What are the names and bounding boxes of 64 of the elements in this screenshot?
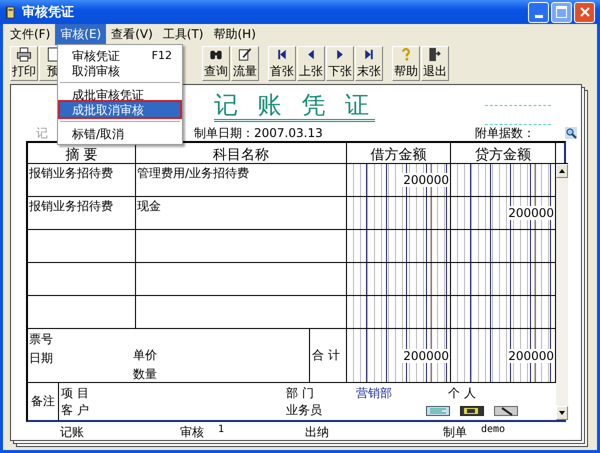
close-button[interactable] [574,2,595,22]
table-cell: 报销业务招待费 [28,197,136,230]
table-cell: 报销业务招待费 [28,164,136,197]
amount-cell: 200000 [451,329,556,383]
column-header: 借方金额 [347,143,451,164]
amount-cell: 200000 [451,197,556,230]
ticket-label: 票号 [29,331,53,348]
menu-option[interactable]: 标错/取消 [60,126,180,141]
department-label: 部 门 [286,385,315,402]
table-cell: 管理费用/业务招待费 [136,164,347,197]
list-icon[interactable] [426,406,450,416]
pencil-icon [237,46,253,62]
maximize-button[interactable] [551,2,572,22]
toolbar-button[interactable]: 上张 [297,46,325,80]
close-icon [580,7,590,17]
minimize-button[interactable] [528,2,549,22]
signature-label: 审核 [180,424,204,441]
total-label: 合 计 [309,329,346,382]
voucher-date: 制单日期：2007.03.13 [194,124,323,142]
customer-label: 客 户 [61,402,90,419]
table-cell: 现金 [136,197,347,230]
voucher-type: 记 [36,124,48,142]
book-icon [5,4,17,20]
toolbar-button[interactable]: 打印 [10,46,38,80]
toolbar-button[interactable]: 首张 [268,46,296,80]
caret-down-icon[interactable] [559,411,565,415]
amount-cell: 200000 [347,329,451,383]
notes-label: 备注 [28,383,59,420]
pen-icon[interactable] [494,406,518,416]
menu-item[interactable]: 文件(F) [5,24,56,44]
toolbar-button[interactable]: 下张 [326,46,354,80]
signature-value: 1 [218,424,224,437]
date-label: 日期 [29,350,53,367]
toolbar-button[interactable]: 帮助 [392,46,420,80]
quantity-label: 数量 [133,366,157,383]
search-icon[interactable] [565,127,577,139]
menu-option[interactable]: 成批取消审核 [60,102,180,117]
door-icon [427,46,443,62]
unit-price-label: 单价 [133,347,157,364]
toolbar-button[interactable]: 流量 [231,46,259,80]
card-icon[interactable] [460,406,484,416]
signature-label: 出纳 [305,424,329,441]
printer-icon [16,46,32,62]
toolbar-button[interactable]: 退出 [421,46,449,80]
department-value: 营销部 [356,385,393,402]
attachments-label: 附单据数： [475,124,535,142]
caret-up-icon[interactable] [559,169,565,173]
signature-value: demo [481,424,506,437]
signature-label: 制单 [443,424,467,441]
voucher-title: 记 账 凭 证 [214,91,375,122]
menu-item[interactable]: 帮助(H) [208,24,261,44]
project-label: 项 目 [61,385,90,402]
scrollbar[interactable] [556,164,568,420]
toolbar-button[interactable]: 查询 [202,46,230,80]
menu-item[interactable]: 工具(T) [158,24,208,44]
toolbar-button[interactable]: 末张 [355,46,383,80]
signature-label: 记账 [60,424,84,441]
salesperson-label: 业务员 [286,402,323,419]
person-label: 个 人 [448,385,477,402]
window-title: 审核凭证 [22,4,74,21]
menu-item[interactable]: 查看(V) [106,24,158,44]
amount-cell: 200000 [347,164,451,197]
menu-item[interactable]: 审核(E) [55,24,106,44]
column-header: 贷方金额 [451,143,556,164]
